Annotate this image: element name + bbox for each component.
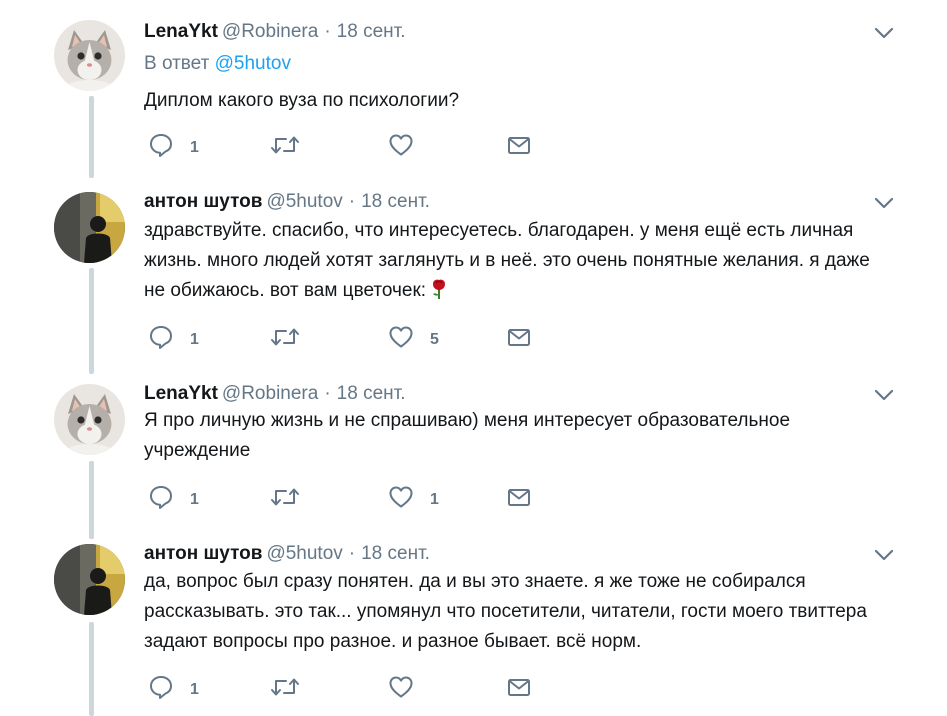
reply-to-handle[interactable]: @5hutov: [215, 53, 291, 74]
avatar[interactable]: [54, 384, 125, 455]
author-name[interactable]: LenaYkt: [144, 383, 218, 404]
like-count: 1: [430, 491, 439, 508]
author-name[interactable]: антон шутов: [144, 543, 262, 564]
separator-dot: ·: [348, 191, 356, 212]
avatar[interactable]: [54, 192, 125, 263]
tweet-text: Диплом какого вуза по психологии?: [144, 90, 460, 111]
reply-icon: [150, 676, 172, 699]
tweet-header: LenaYkt @Robinera · 18 сент.: [144, 20, 406, 44]
retweet-button[interactable]: [270, 324, 300, 350]
envelope-icon: [508, 137, 530, 154]
avatar[interactable]: [54, 544, 125, 615]
chevron-down-icon[interactable]: [874, 26, 894, 40]
reply-count: 1: [190, 139, 199, 156]
tweet[interactable]: LenaYkt @Robinera · 18 сент. В ответ @5huto…: [0, 0, 947, 180]
chevron-down-icon[interactable]: [874, 196, 894, 210]
retweet-button[interactable]: [270, 132, 300, 158]
message-button[interactable]: [506, 132, 532, 158]
heart-icon: [389, 486, 413, 508]
timestamp[interactable]: 18 сент.: [337, 21, 406, 42]
author-name[interactable]: антон шутов: [144, 191, 262, 212]
retweet-icon: [271, 678, 299, 696]
reply-button[interactable]: 1: [148, 324, 199, 350]
reply-count: 1: [190, 681, 199, 698]
tweet-text: Я про личную жизнь и не спрашиваю) меня …: [144, 410, 791, 461]
tweet-header: антон шутов @5hutov · 18 сент.: [144, 190, 430, 214]
chevron-down-icon[interactable]: [874, 548, 894, 562]
retweet-icon: [271, 328, 299, 346]
tweet-header: LenaYkt @Robinera · 18 сент.: [144, 382, 406, 406]
timestamp[interactable]: 18 сент.: [361, 543, 430, 564]
reply-icon: [150, 134, 172, 157]
reply-button[interactable]: 1: [148, 484, 199, 510]
heart-icon: [389, 676, 413, 698]
tweet-text: да, вопрос был сразу понятен. да и вы эт…: [144, 571, 867, 652]
reply-context: В ответ @5hutov: [144, 52, 291, 76]
reply-count: 1: [190, 491, 199, 508]
like-button[interactable]: 5: [388, 324, 439, 350]
message-button[interactable]: [506, 324, 532, 350]
retweet-icon: [271, 488, 299, 506]
retweet-icon: [271, 136, 299, 154]
heart-icon: [389, 326, 413, 348]
reply-count: 1: [190, 331, 199, 348]
like-button[interactable]: 1: [388, 484, 439, 510]
timestamp[interactable]: 18 сент.: [337, 383, 406, 404]
like-button[interactable]: [388, 132, 430, 158]
author-handle[interactable]: @5hutov: [266, 191, 342, 212]
reply-prefix: В ответ: [144, 53, 210, 74]
separator-dot: ·: [324, 383, 331, 404]
heart-icon: [389, 134, 413, 156]
envelope-icon: [508, 679, 530, 696]
retweet-button[interactable]: [270, 674, 300, 700]
tweet-text: здравствуйте. спасибо, что интересуетесь…: [144, 216, 884, 306]
reply-icon: [150, 486, 172, 509]
envelope-icon: [508, 329, 530, 346]
tweet-header: антон шутов @5hutov · 18 сент.: [144, 542, 430, 566]
message-button[interactable]: [506, 674, 532, 700]
envelope-icon: [508, 489, 530, 506]
reply-button[interactable]: 1: [148, 132, 199, 158]
rose-emoji: [433, 279, 446, 299]
author-handle[interactable]: @5hutov: [266, 543, 342, 564]
tweet[interactable]: антон шутов @5hutov · 18 сент. да, вопрос б…: [0, 540, 947, 716]
separator-dot: ·: [324, 21, 331, 42]
author-handle[interactable]: @Robinera: [222, 383, 318, 404]
retweet-button[interactable]: [270, 484, 300, 510]
avatar[interactable]: [54, 20, 125, 91]
reply-button[interactable]: 1: [148, 674, 199, 700]
tweet-text-content: здравствуйте. спасибо, что интересуетесь…: [144, 220, 870, 301]
timestamp[interactable]: 18 сент.: [361, 191, 430, 212]
author-name[interactable]: LenaYkt: [144, 21, 218, 42]
message-button[interactable]: [506, 484, 532, 510]
like-button[interactable]: [388, 674, 430, 700]
reply-icon: [150, 326, 172, 349]
tweet[interactable]: LenaYkt @Robinera · 18 сент. Я про личную ж…: [0, 370, 947, 540]
separator-dot: ·: [348, 543, 356, 564]
like-count: 5: [430, 331, 439, 348]
tweet[interactable]: антон шутов @5hutov · 18 сент. здравствуйте…: [0, 180, 947, 370]
chevron-down-icon[interactable]: [874, 388, 894, 402]
author-handle[interactable]: @Robinera: [222, 21, 318, 42]
